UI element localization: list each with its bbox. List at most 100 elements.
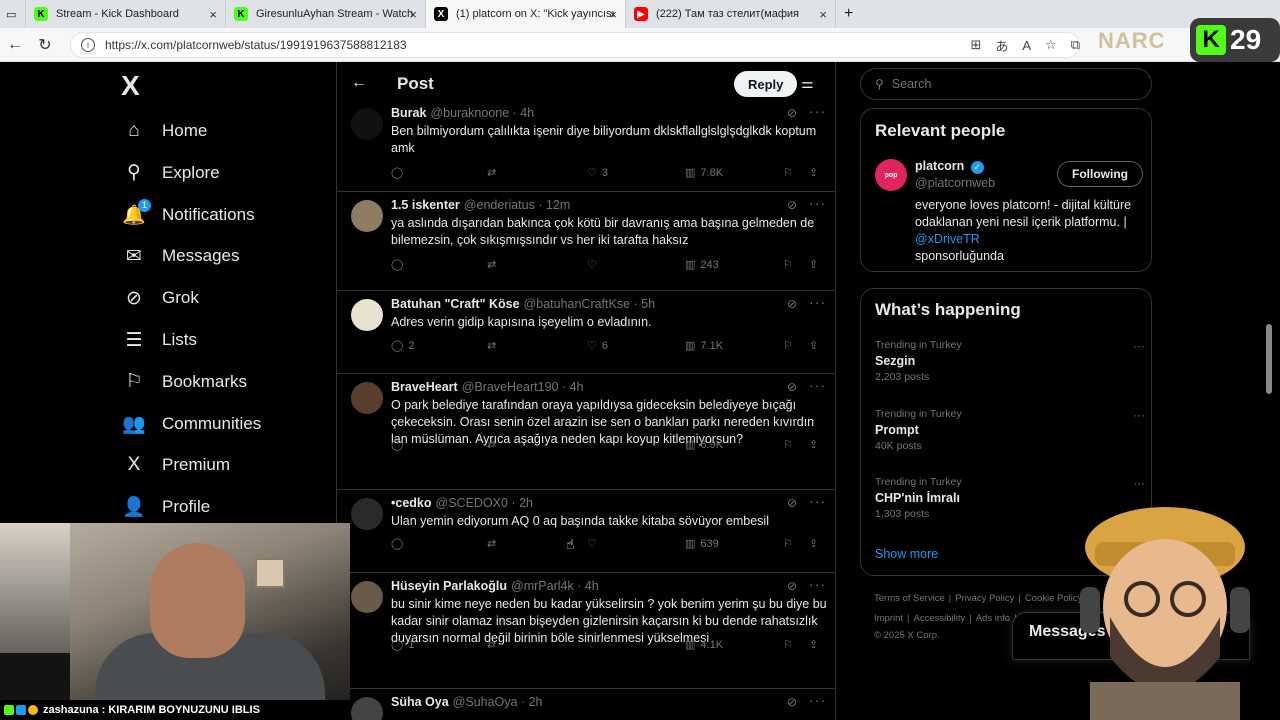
author-handle[interactable]: @SuhaOya bbox=[453, 695, 518, 709]
nav-item-grok[interactable]: ⊘ Grok bbox=[123, 283, 199, 313]
extensions-icon[interactable]: ⧉ bbox=[1071, 37, 1080, 53]
views-action[interactable]: ▥ 7.1K bbox=[685, 339, 723, 353]
views-action[interactable]: ▥ 639 bbox=[685, 537, 719, 551]
author-handle[interactable]: @enderiatus bbox=[464, 198, 535, 212]
more-icon[interactable]: ··· bbox=[1133, 339, 1145, 353]
nav-item-messages[interactable]: ✉ Messages bbox=[123, 241, 239, 271]
nav-item-notifications[interactable]: 🔔 1 Notifications bbox=[122, 198, 255, 230]
person-name[interactable]: platcorn bbox=[915, 159, 964, 173]
share-icon[interactable]: ⇪ bbox=[809, 438, 818, 451]
browser-tab[interactable]: K GiresunluAyhan Stream - Watch L × bbox=[226, 0, 426, 28]
bookmark-icon[interactable]: ⚐ bbox=[783, 638, 793, 651]
browser-tab[interactable]: K Stream - Kick Dashboard × bbox=[26, 0, 226, 28]
tab-close-icon[interactable]: × bbox=[609, 7, 617, 22]
reply-action[interactable]: ◯ bbox=[391, 537, 408, 550]
author-handle[interactable]: @SCEDOX0 bbox=[436, 496, 508, 510]
author-name[interactable]: Hüseyin Parlakoğlu bbox=[391, 579, 507, 593]
search-input[interactable]: ⚲ Search bbox=[860, 68, 1152, 100]
more-icon[interactable]: ··· bbox=[809, 294, 826, 310]
reply-action[interactable]: ◯ bbox=[391, 438, 408, 451]
grok-icon[interactable]: ⊘ bbox=[787, 695, 797, 709]
views-action[interactable]: ▥ 7.8K bbox=[685, 166, 723, 180]
tweet[interactable]: Hüseyin Parlakoğlu @mrParl4k · 4h ⊘ ··· bu s… bbox=[337, 573, 835, 689]
tweet-time[interactable]: 2h bbox=[529, 695, 543, 709]
nav-item-explore[interactable]: ⚲ Explore bbox=[123, 158, 220, 188]
views-action[interactable]: ▥ 6.9K bbox=[685, 438, 723, 452]
tweet[interactable]: Süha Oya @SuhaOya · 2h ⊘ ··· bbox=[337, 689, 835, 720]
tweet-time[interactable]: 4h bbox=[570, 380, 584, 394]
share-icon[interactable]: ⇪ bbox=[809, 638, 818, 651]
tweet[interactable]: 1.5 iskenter @enderiatus · 12m ⊘ ··· ya aslı… bbox=[337, 192, 835, 291]
bookmark-icon[interactable]: ⚐ bbox=[783, 166, 793, 179]
author-handle[interactable]: @mrParl4k bbox=[511, 579, 574, 593]
more-icon[interactable]: ··· bbox=[809, 576, 826, 592]
bookmark-icon[interactable]: ⚐ bbox=[783, 258, 793, 271]
like-action[interactable]: ♡ bbox=[587, 438, 602, 451]
repost-action[interactable]: ⇄ bbox=[487, 438, 501, 451]
share-icon[interactable]: ⇪ bbox=[809, 166, 818, 179]
tab-actions-icon[interactable]: ▭ bbox=[0, 0, 26, 28]
tweet-time[interactable]: 4h bbox=[585, 579, 599, 593]
repost-action[interactable]: ⇄ bbox=[487, 638, 501, 651]
bookmark-icon[interactable]: ⚐ bbox=[783, 438, 793, 451]
nav-item-profile[interactable]: 👤 Profile bbox=[122, 492, 210, 522]
bookmark-icon[interactable]: ⚐ bbox=[783, 537, 793, 550]
grok-icon[interactable]: ⊘ bbox=[787, 106, 797, 120]
nav-item-home[interactable]: ⌂ Home bbox=[123, 116, 207, 146]
tweet-time[interactable]: 2h bbox=[519, 496, 533, 510]
following-button[interactable]: Following bbox=[1057, 161, 1143, 187]
repost-action[interactable]: ⇄ bbox=[487, 537, 501, 550]
tweet[interactable]: Batuhan "Craft" Köse @batuhanCraftKse · 5… bbox=[337, 291, 835, 374]
author-handle[interactable]: @batuhanCraftKse bbox=[524, 297, 631, 311]
tab-close-icon[interactable]: × bbox=[209, 7, 217, 22]
show-more-link[interactable]: Show more bbox=[875, 547, 938, 561]
avatar[interactable] bbox=[351, 697, 383, 720]
tweet[interactable]: •cedko @SCEDOX0 · 2h ⊘ ··· Ulan yemin ediyor… bbox=[337, 490, 835, 573]
favorite-icon[interactable]: ☆ bbox=[1045, 37, 1057, 53]
back-icon[interactable]: ← bbox=[0, 36, 30, 54]
more-icon[interactable]: ··· bbox=[809, 692, 826, 708]
browser-tab[interactable]: ▶ (222) Там таз стелит(мафия × bbox=[626, 0, 836, 28]
grok-icon[interactable]: ⊘ bbox=[787, 579, 797, 593]
apps-icon[interactable]: ⊞ bbox=[970, 37, 981, 53]
like-action[interactable]: ♡ 3 bbox=[587, 166, 608, 180]
like-action[interactable]: ♡ bbox=[587, 258, 602, 271]
avatar[interactable] bbox=[351, 498, 383, 530]
author-name[interactable]: BraveHeart bbox=[391, 380, 458, 394]
tweet[interactable]: BraveHeart @BraveHeart190 · 4h ⊘ ··· O park … bbox=[337, 374, 835, 490]
more-icon[interactable]: ··· bbox=[1133, 408, 1145, 422]
grok-icon[interactable]: ⊘ bbox=[787, 198, 797, 212]
bio-link[interactable]: @xDriveTR bbox=[915, 232, 980, 246]
share-icon[interactable]: ⇪ bbox=[809, 339, 818, 352]
author-name[interactable]: 1.5 iskenter bbox=[391, 198, 460, 212]
filter-icon[interactable]: ⚌ bbox=[801, 75, 814, 92]
x-logo-icon[interactable]: X bbox=[121, 70, 140, 102]
reply-action[interactable]: ◯ 1 bbox=[391, 638, 414, 652]
grok-icon[interactable]: ⊘ bbox=[787, 496, 797, 510]
avatar[interactable] bbox=[351, 299, 383, 331]
author-handle[interactable]: @BraveHeart190 bbox=[462, 380, 559, 394]
url-field[interactable]: i https://x.com/platcornweb/status/19919… bbox=[70, 32, 1080, 58]
refresh-icon[interactable]: ↻ bbox=[30, 35, 60, 55]
bookmark-icon[interactable]: ⚐ bbox=[783, 339, 793, 352]
tweet-time[interactable]: 12m bbox=[546, 198, 570, 212]
grok-icon[interactable]: ⊘ bbox=[787, 380, 797, 394]
platcorn-avatar[interactable]: pop bbox=[875, 159, 907, 191]
more-icon[interactable]: ··· bbox=[809, 377, 826, 393]
author-name[interactable]: Burak bbox=[391, 106, 426, 120]
read-aloud-icon[interactable]: A bbox=[1022, 38, 1031, 53]
footer-link[interactable]: Accessibility bbox=[914, 613, 966, 624]
trend-item[interactable]: Trending in Turkey Prompt 40K posts ··· bbox=[875, 408, 1145, 452]
back-arrow-icon[interactable]: ← bbox=[351, 74, 367, 92]
tweet-time[interactable]: 5h bbox=[641, 297, 655, 311]
nav-item-bookmarks[interactable]: ⚐ Bookmarks bbox=[123, 367, 247, 397]
more-icon[interactable]: ··· bbox=[809, 493, 826, 509]
footer-link[interactable]: Privacy Policy bbox=[955, 593, 1014, 604]
avatar[interactable] bbox=[351, 200, 383, 232]
footer-link[interactable]: Terms of Service bbox=[874, 593, 945, 604]
more-icon[interactable]: ··· bbox=[809, 195, 826, 211]
views-action[interactable]: ▥ 4.1K bbox=[685, 638, 723, 652]
author-handle[interactable]: @buraknoone bbox=[430, 106, 509, 120]
grok-icon[interactable]: ⊘ bbox=[787, 297, 797, 311]
footer-link[interactable]: Imprint bbox=[874, 613, 903, 624]
